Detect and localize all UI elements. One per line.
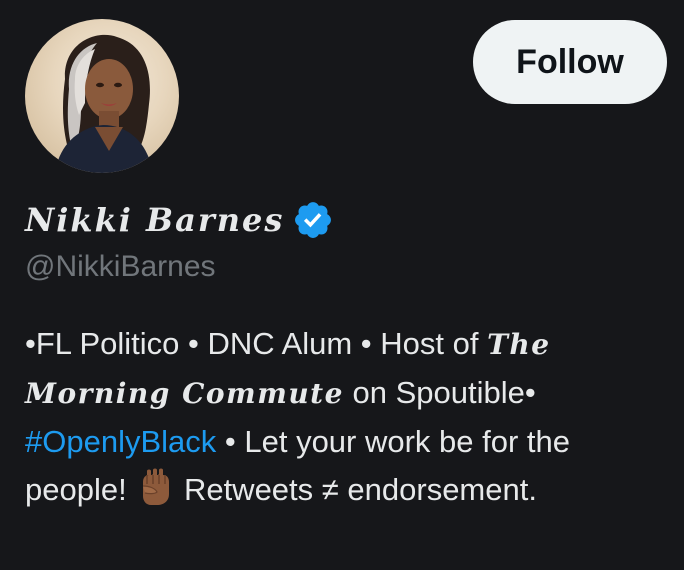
follow-button[interactable]: Follow [473,20,667,104]
profile-photo [55,34,153,173]
profile-avatar[interactable] [25,19,179,173]
verified-badge-icon[interactable] [292,199,334,241]
bio-text: Retweets ≠ endorsement. [175,472,537,507]
bio-text: •FL Politico • DNC Alum • Host of [25,326,488,361]
profile-handle: @NikkiBarnes [25,250,216,283]
display-name: 𝑵𝒊𝒌𝒌𝒊 𝑩𝒂𝒓𝒏𝒆𝒔 [25,201,285,239]
profile-bio: •FL Politico • DNC Alum • Host of 𝑻𝒉𝒆 𝑴𝒐… [25,320,675,514]
raised-fist-icon [143,468,170,505]
name-row: 𝑵𝒊𝒌𝒌𝒊 𝑩𝒂𝒓𝒏𝒆𝒔 [25,196,334,244]
bio-text: on Spoutible• [343,375,536,410]
hashtag-link[interactable]: #OpenlyBlack [25,424,216,459]
